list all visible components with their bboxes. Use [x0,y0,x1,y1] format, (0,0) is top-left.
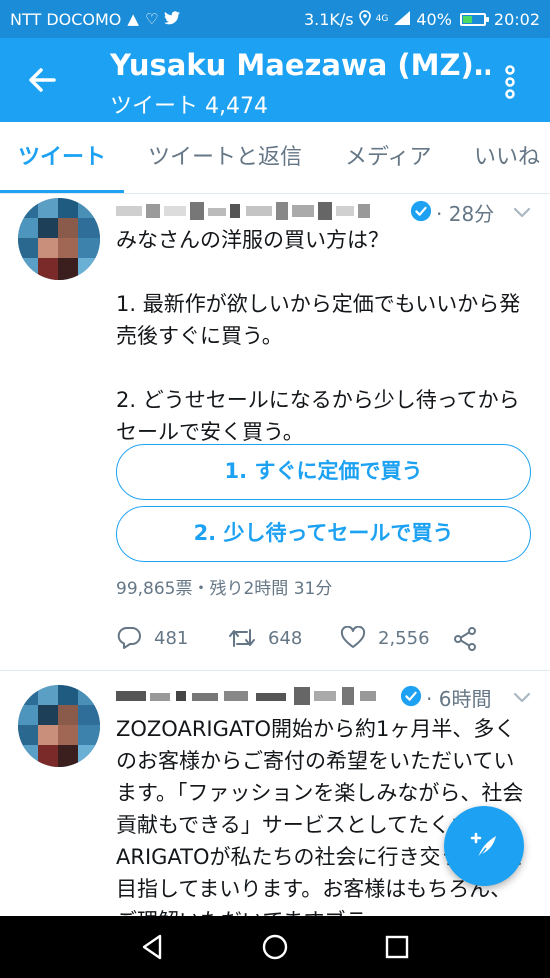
profile-header: Yusaku Maezawa (MZ)… ツイート 4,474 [0,38,550,122]
tweet-timestamp: · 6時間 [426,687,492,711]
tweet-timestamp: · 28分 [436,202,495,226]
compose-tweet-button[interactable] [444,806,524,886]
reply-action[interactable]: 481 [116,626,188,650]
reply-icon [117,627,141,649]
heart-icon [340,626,366,648]
tweet-text: みなさんの洋服の買い方は？ 1. 最新作が欲しいから定価でもいいから発売後すぐに… [116,228,521,444]
tweet-count: ツイート 4,474 [110,94,268,119]
share-icon[interactable] [452,626,478,652]
poll-option-1[interactable]: 1. すぐに定価で買う [116,444,531,500]
retweet-count: 648 [268,627,303,649]
battery-percent: 40% [416,9,452,29]
clock: 20:02 [493,9,540,29]
network-type: 4G [375,13,389,24]
chevron-down-icon[interactable] [512,687,532,707]
avatar[interactable] [18,198,100,280]
status-bar: NTT DOCOMO ▲ ♡ 3.1K/s 4G 40% 20:02 [0,0,550,38]
twitter-bird-icon [164,10,181,28]
system-navigation-bar [0,916,550,978]
more-options-icon[interactable] [500,62,520,102]
tweet-item[interactable]: · 28分 みなさんの洋服の買い方は？ 1. 最新作が欲しいから定価でもいいから… [0,194,550,670]
signal-icon [393,10,411,29]
tweet-actions: 481 648 2,556 [116,626,526,654]
compose-quill-icon [470,832,496,859]
nav-recents-icon[interactable] [381,931,413,963]
verified-badge-icon [400,685,422,707]
tab-likes[interactable]: いいね [474,122,540,193]
avatar[interactable] [18,685,100,767]
net-speed: 3.1K/s [303,9,354,29]
nav-home-icon[interactable] [259,931,291,963]
retweet-action[interactable]: 648 [228,626,302,650]
tab-media[interactable]: メディア [345,122,431,193]
location-icon [358,9,371,29]
health-icon: ♡ [144,9,159,28]
navigation-icon: ▲ [127,9,139,28]
back-arrow-icon[interactable] [22,60,62,100]
tab-tweets[interactable]: ツイート [0,122,125,193]
like-action[interactable]: 2,556 [340,626,430,650]
poll-option-2[interactable]: 2. 少し待ってセールで買う [116,506,531,562]
carrier-label: NTT DOCOMO [10,9,122,29]
battery-icon [459,12,489,26]
blurred-username [116,202,370,220]
reply-count: 481 [154,627,189,649]
like-count: 2,556 [378,627,430,649]
profile-tabs: ツイート ツイートと返信 メディア いいね [0,122,550,194]
retweet-icon [229,629,255,647]
tweet-feed[interactable]: · 28分 みなさんの洋服の買い方は？ 1. 最新作が欲しいから定価でもいいから… [0,194,550,916]
chevron-down-icon[interactable] [512,202,532,222]
tab-tweets-and-replies[interactable]: ツイートと返信 [148,122,302,193]
blurred-username [116,687,376,705]
nav-back-icon[interactable] [136,931,168,963]
profile-name-title: Yusaku Maezawa (MZ)… [110,48,490,82]
poll-info: 99,865票・残り2時間 31分 [116,579,333,599]
verified-badge-icon [410,200,432,222]
